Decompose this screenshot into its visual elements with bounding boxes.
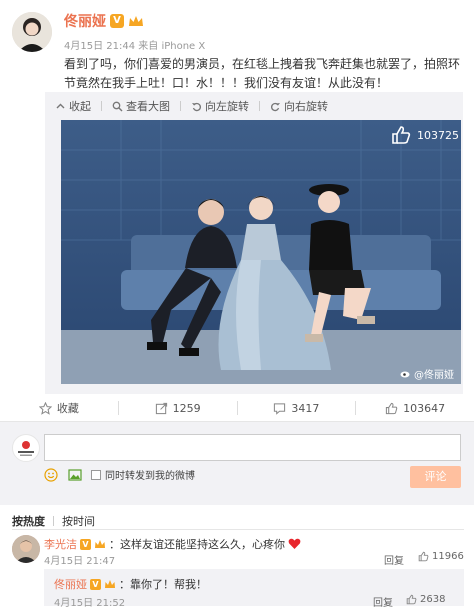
reply-author[interactable]: 佟丽娅 [54, 576, 87, 592]
repost-checkbox[interactable] [91, 470, 101, 480]
post-meta: 4月15日 21:44 来自 iPhone X [64, 41, 206, 52]
reply-text: ：靠你了！帮我！ [119, 578, 207, 591]
toolbar-divider [259, 101, 260, 111]
rotate-left-button[interactable]: 向左旋转 [191, 98, 249, 114]
favorite-label: 收藏 [56, 402, 79, 415]
rotate-right-label: 向右旋转 [284, 100, 328, 113]
tab-sort-time[interactable]: 按时间 [62, 513, 95, 529]
reply-reply-button[interactable]: 回复 [373, 594, 393, 609]
rotate-right-button[interactable]: 向右旋转 [270, 98, 328, 114]
watermark-text: @佟丽娅 [414, 370, 454, 381]
thumbs-up-icon [406, 594, 417, 605]
collapse-label: 收起 [69, 100, 91, 113]
reply-like-count: 2638 [420, 594, 446, 605]
member-crown-icon [105, 580, 115, 588]
thumbs-up-icon [392, 126, 411, 144]
reply-button[interactable]: 回复 [384, 552, 404, 567]
thumbs-up-icon [386, 402, 398, 414]
toolbar-divider [180, 101, 181, 111]
sort-underline [12, 529, 464, 530]
repost-count: 1259 [172, 401, 201, 415]
comment-icon [274, 402, 286, 415]
post-text: 看到了吗，你们喜爱的男演员，在红毯上拽着我飞奔赶集也就罢了，拍照环节竟然在我手上… [64, 57, 461, 90]
comment-like-button[interactable]: 11966 [418, 551, 464, 562]
author-name[interactable]: 佟丽娅 [64, 11, 106, 31]
photo-like-count: 103725 [417, 128, 459, 142]
sort-divider [53, 516, 54, 526]
view-large-button[interactable]: 查看大图 [112, 98, 170, 114]
submit-comment-button[interactable]: 评论 [410, 466, 461, 488]
author-avatar[interactable] [12, 12, 52, 52]
repost-checkbox-label: 同时转发到我的微博 [105, 471, 195, 482]
like-count: 103647 [403, 401, 446, 415]
heart-icon [288, 538, 301, 549]
comment-text: ：这样友谊还能坚持这么久，心疼你 [109, 538, 285, 551]
reply-time: 4月15日 21:52 [54, 598, 126, 609]
post-photo[interactable] [61, 120, 461, 384]
comment-input[interactable] [44, 434, 461, 461]
comment-row: 李光洁 V ：这样友谊还能坚持这么久，心疼你 [44, 536, 301, 552]
nested-reply-row: 佟丽娅 V ：靠你了！帮我！ [54, 576, 207, 592]
emoji-icon[interactable] [44, 468, 58, 482]
photo-like-overlay[interactable]: 103725 [391, 123, 461, 147]
comment-sort-tabs: 按热度 按时间 [12, 513, 95, 529]
rotate-left-label: 向左旋转 [205, 100, 249, 113]
verified-icon: V [80, 538, 91, 550]
star-icon [38, 401, 52, 415]
toolbar-divider [101, 101, 102, 111]
thumbs-up-icon [418, 551, 429, 562]
collapse-icon [56, 103, 65, 108]
verified-icon: V [110, 14, 124, 28]
author-name-row: 佟丽娅 V [64, 11, 144, 31]
like-button[interactable]: 103647 [356, 402, 474, 415]
view-large-label: 查看大图 [126, 100, 170, 113]
repost-icon [155, 402, 167, 414]
post-action-bar: 收藏 1259 3417 103647 [0, 396, 474, 420]
reply-like-button[interactable]: 2638 [406, 594, 445, 605]
media-toolbar: 收起 查看大图 向左旋转 向右旋转 [55, 97, 328, 115]
comment-count: 3417 [291, 401, 320, 415]
watermark: @佟丽娅 [400, 366, 454, 381]
commenter-name[interactable]: 李光洁 [44, 536, 77, 552]
verified-icon: V [90, 578, 101, 590]
comment-button[interactable]: 3417 [238, 402, 356, 415]
image-icon[interactable] [68, 468, 82, 482]
commenter-avatar[interactable] [12, 535, 40, 563]
collapse-button[interactable]: 收起 [55, 98, 91, 114]
member-crown-icon [95, 540, 105, 548]
comment-like-count: 11966 [432, 551, 464, 562]
rotate-left-icon [192, 102, 201, 111]
member-crown-icon [129, 16, 143, 26]
weibo-logo-icon [400, 371, 410, 378]
repost-button[interactable]: 1259 [119, 402, 237, 415]
favorite-button[interactable]: 收藏 [0, 400, 118, 416]
rotate-right-icon [271, 102, 280, 111]
magnifier-icon [112, 101, 123, 111]
tab-sort-hot[interactable]: 按热度 [12, 513, 45, 529]
comment-time: 4月15日 21:47 [44, 556, 116, 567]
current-user-avatar [12, 434, 40, 462]
